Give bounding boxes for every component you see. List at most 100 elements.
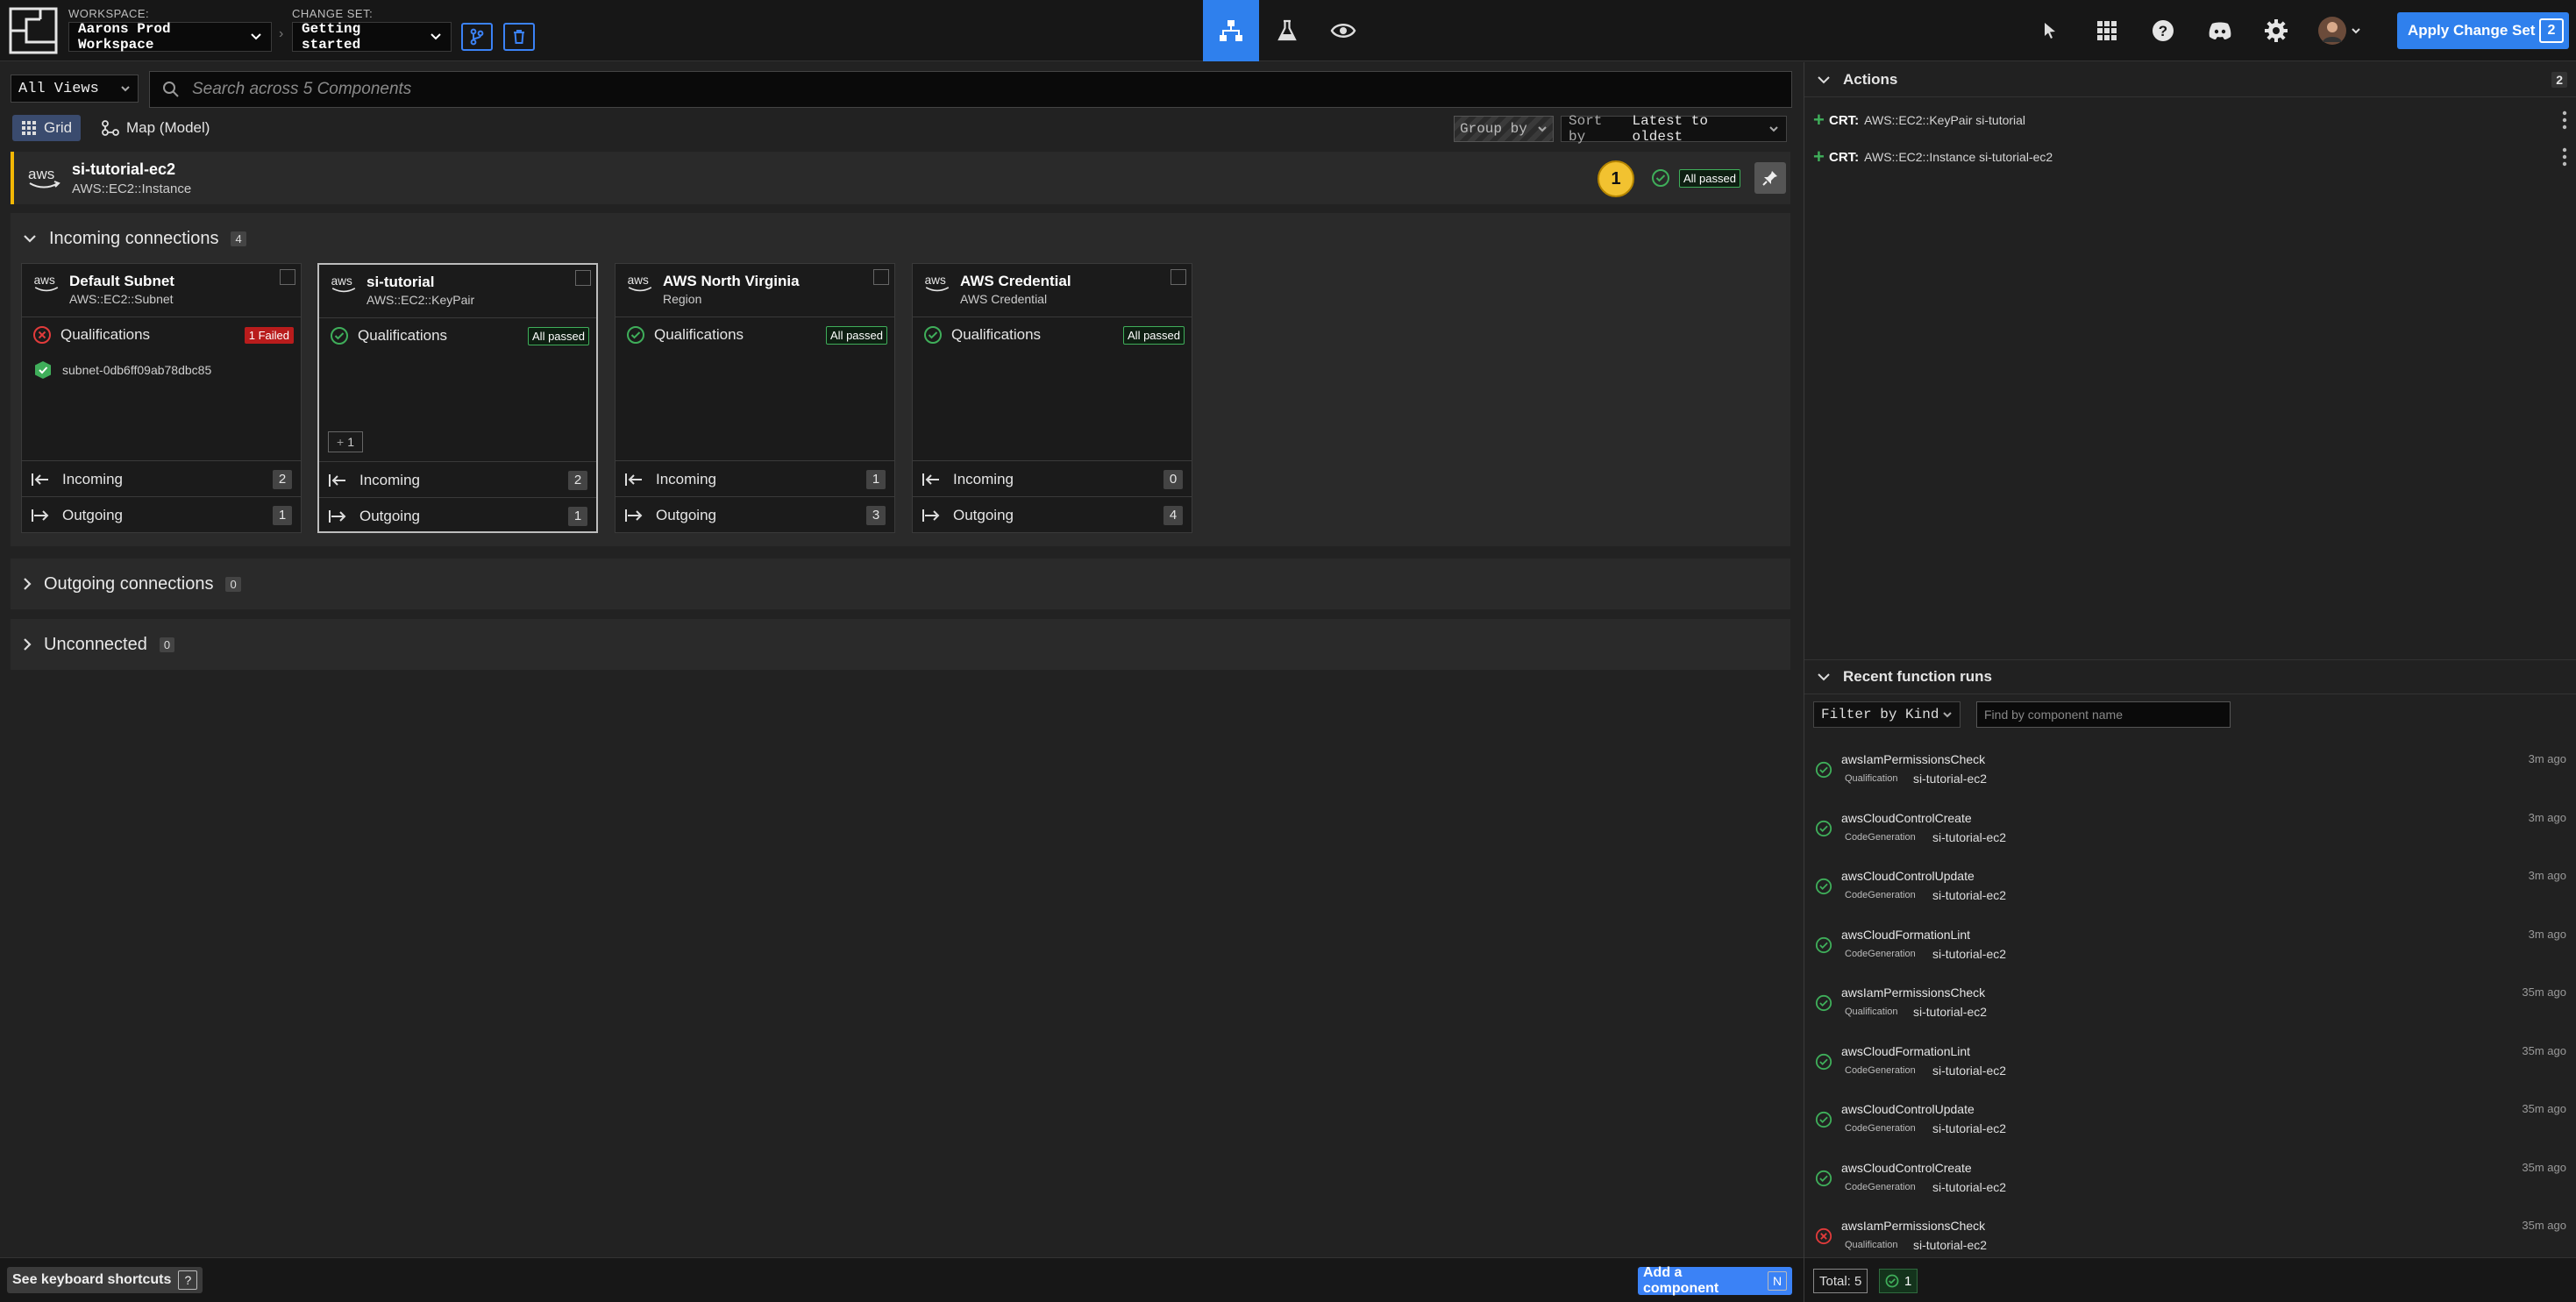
filter-by-kind-select[interactable]: Filter by Kind — [1813, 701, 1960, 728]
function-run-row[interactable]: awsCloudControlUpdate CodeGeneration si-tu… — [1804, 862, 2576, 920]
changeset-label: CHANGE SET: — [292, 7, 374, 20]
user-menu[interactable] — [2315, 15, 2364, 46]
function-run-row[interactable]: awsCloudControlUpdate CodeGeneration si-tu… — [1804, 1095, 2576, 1153]
more-vertical-icon[interactable] — [2562, 147, 2567, 167]
incoming-connections-toggle[interactable]: Incoming connections 4 — [11, 213, 246, 264]
function-run-row[interactable]: awsCloudControlCreate CodeGeneration si-tu… — [1804, 804, 2576, 862]
map-view-toggle[interactable]: Map (Model) — [93, 115, 218, 141]
group-by-select[interactable]: Group by — [1454, 116, 1554, 142]
sort-by-prefix: Sort by — [1569, 113, 1603, 145]
extra-connections-chip[interactable]: + 1 — [328, 431, 363, 452]
function-run-row[interactable]: awsCloudFormationLint CodeGeneration si-tu… — [1804, 921, 2576, 978]
card-qualifications[interactable]: Qualifications 1 Failed — [32, 322, 294, 348]
gear-icon[interactable] — [2260, 15, 2292, 46]
card-outgoing-row[interactable]: Outgoing 3 — [616, 496, 894, 533]
card-checkbox[interactable] — [1171, 269, 1186, 285]
changeset-select[interactable]: Getting started — [292, 21, 452, 53]
card-incoming-row[interactable]: Incoming 1 — [616, 460, 894, 497]
action-item[interactable]: + CRT: AWS::EC2::Instance si-tutorial-ec… — [1813, 139, 2567, 174]
incoming-label: Incoming — [62, 470, 123, 487]
keyboard-shortcuts-button[interactable]: See keyboard shortcuts ? — [7, 1267, 203, 1293]
qualifications-label: Qualifications — [358, 327, 448, 344]
card-incoming-row[interactable]: Incoming 0 — [913, 460, 1192, 497]
component-card[interactable]: aws Default Subnet AWS::EC2::Subnet Quali… — [21, 263, 302, 533]
app-logo-icon[interactable] — [9, 7, 58, 54]
add-component-button[interactable]: Add a component N — [1638, 1265, 1792, 1296]
pin-button[interactable] — [1754, 162, 1786, 194]
qualification-status-badge: All passed — [1123, 325, 1185, 345]
card-qualifications[interactable]: Qualifications All passed — [626, 322, 887, 348]
function-name: awsCloudControlCreate — [1841, 1160, 1972, 1175]
card-outgoing-row[interactable]: Outgoing 1 — [319, 497, 596, 534]
cursor-icon[interactable] — [2034, 15, 2066, 46]
views-select[interactable]: All Views — [11, 75, 139, 103]
tab-view[interactable] — [1315, 0, 1371, 61]
action-text: AWS::EC2::Instance si-tutorial-ec2 — [1864, 150, 2053, 164]
component-card[interactable]: aws AWS North Virginia Region Qualificati… — [615, 263, 895, 533]
chevron-right-icon — [23, 637, 32, 651]
card-incoming-row[interactable]: Incoming 2 — [22, 460, 301, 497]
card-checkbox[interactable] — [873, 269, 889, 285]
chevron-down-icon — [2351, 27, 2361, 34]
chevron-right-icon: › — [279, 26, 284, 41]
workspace-grid-icon[interactable] — [2091, 15, 2123, 46]
function-run-row[interactable]: awsIamPermissionsCheck Qualification si-tu… — [1804, 978, 2576, 1036]
component-card[interactable]: aws si-tutorial AWS::EC2::KeyPair Qualifi… — [317, 263, 598, 533]
check-circle-icon — [1815, 878, 1832, 895]
card-incoming-row[interactable]: Incoming 2 — [319, 461, 596, 498]
card-type: AWS Credential — [960, 292, 1048, 306]
actions-count: 2 — [2551, 71, 2567, 88]
outgoing-connections-section[interactable]: Outgoing connections 0 — [11, 559, 1790, 609]
qualifications-label: Qualifications — [654, 326, 744, 343]
function-component: si-tutorial-ec2 — [1913, 772, 1988, 786]
workspace-select[interactable]: Aarons Prod Workspace — [68, 21, 272, 53]
apply-count-badge: 2 — [2539, 18, 2564, 43]
grid-label: Grid — [44, 119, 73, 136]
function-runs-header[interactable]: Recent function runs — [1804, 659, 2576, 694]
tab-customize[interactable] — [1259, 0, 1315, 61]
chevron-down-icon — [120, 85, 131, 92]
action-item[interactable]: + CRT: AWS::EC2::KeyPair si-tutorial — [1813, 103, 2567, 138]
function-component: si-tutorial-ec2 — [1913, 1238, 1988, 1252]
svg-text:?: ? — [2159, 23, 2167, 39]
grid-view-toggle[interactable]: Grid — [12, 115, 82, 141]
check-circle-icon — [1815, 820, 1832, 837]
search-icon — [162, 81, 180, 98]
card-outgoing-row[interactable]: Outgoing 1 — [22, 496, 301, 533]
outgoing-count: 1 — [273, 505, 292, 525]
check-circle-icon — [1651, 168, 1670, 188]
tab-model[interactable] — [1203, 0, 1259, 61]
outgoing-connections-toggle[interactable]: Outgoing connections 0 — [11, 559, 241, 609]
create-changeset-button[interactable] — [461, 23, 493, 51]
chevron-down-icon — [1942, 711, 1953, 718]
unconnected-toggle[interactable]: Unconnected 0 — [11, 619, 175, 670]
function-run-row[interactable]: awsCloudFormationLint CodeGeneration si-tu… — [1804, 1037, 2576, 1095]
apply-changeset-button[interactable]: Apply Change Set 2 — [2397, 12, 2569, 49]
card-resource: subnet-0db6ff09ab78dbc85 — [34, 360, 211, 380]
find-component-input[interactable] — [1976, 701, 2231, 728]
function-name: awsCloudControlUpdate — [1841, 1102, 1975, 1116]
selected-component-header[interactable]: aws si-tutorial-ec2 AWS::EC2::Instance 1… — [11, 152, 1790, 204]
plus-icon: + — [1813, 146, 1825, 167]
card-qualifications[interactable]: Qualifications All passed — [330, 323, 589, 349]
card-qualifications[interactable]: Qualifications All passed — [923, 322, 1185, 348]
help-icon[interactable]: ? — [2147, 15, 2179, 46]
component-search[interactable]: Search across 5 Components — [149, 71, 1792, 108]
function-run-row[interactable]: awsCloudControlCreate CodeGeneration si-tu… — [1804, 1154, 2576, 1212]
more-vertical-icon[interactable] — [2562, 110, 2567, 130]
sort-by-select[interactable]: Sort by Latest to oldest — [1561, 113, 1787, 145]
check-circle-icon — [923, 325, 943, 345]
function-name: awsCloudFormationLint — [1841, 927, 1971, 942]
discord-icon[interactable] — [2204, 15, 2236, 46]
card-type: AWS::EC2::Subnet — [69, 292, 174, 306]
function-run-row[interactable]: awsIamPermissionsCheck Qualification si-tu… — [1804, 745, 2576, 803]
component-card[interactable]: aws AWS Credential AWS Credential Qualifi… — [912, 263, 1192, 533]
card-checkbox[interactable] — [575, 270, 591, 286]
card-outgoing-row[interactable]: Outgoing 4 — [913, 496, 1192, 533]
incoming-count: 0 — [1163, 469, 1183, 489]
card-checkbox[interactable] — [280, 269, 295, 285]
actions-header[interactable]: Actions 2 — [1804, 62, 2576, 97]
unconnected-section[interactable]: Unconnected 0 — [11, 619, 1790, 670]
function-name: awsIamPermissionsCheck — [1841, 1219, 1986, 1233]
abandon-changeset-button[interactable] — [503, 23, 535, 51]
